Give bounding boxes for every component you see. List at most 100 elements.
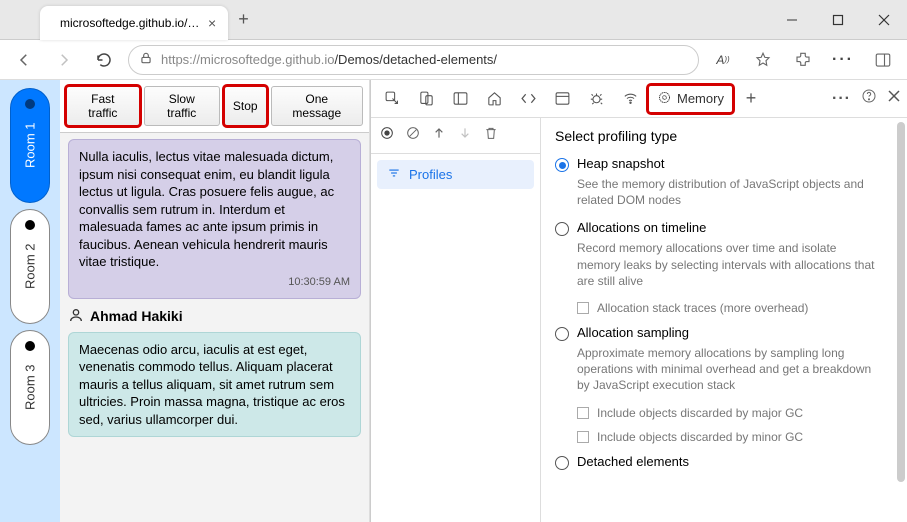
checkbox-label: Include objects discarded by major GC (597, 406, 803, 420)
url-bar[interactable]: https://microsoftedge.github.io/Demos/de… (128, 45, 699, 75)
one-message-button[interactable]: One message (271, 86, 363, 126)
menu-icon[interactable]: ··· (827, 44, 859, 76)
new-tab-button[interactable]: + (238, 9, 249, 30)
message-list: Nulla iaculis, lectus vitae malesuada di… (60, 133, 369, 522)
radio-icon (555, 222, 569, 236)
url-path: /Demos/detached-elements/ (334, 52, 497, 67)
lock-icon (139, 51, 153, 68)
memory-toolbar (371, 118, 540, 154)
gear-icon (657, 90, 672, 108)
bug-icon[interactable] (581, 84, 611, 114)
add-tab-icon[interactable]: + (736, 84, 766, 114)
browser-toolbar: https://microsoftedge.github.io/Demos/de… (0, 40, 907, 80)
favorite-icon[interactable] (747, 44, 779, 76)
url-host: https://microsoftedge.github.io (161, 52, 334, 67)
extensions-icon[interactable] (787, 44, 819, 76)
sources-icon[interactable] (547, 84, 577, 114)
devtools-panel: Memory + ··· Profiles (370, 80, 907, 522)
reading-mode-icon[interactable]: A)) (707, 44, 739, 76)
radio-icon (555, 327, 569, 341)
page-title: Select profiling type (555, 128, 893, 144)
room-button-3[interactable]: Room 3 (10, 330, 50, 445)
rooms-sidebar: Room 1 Room 2 Room 3 (0, 80, 60, 522)
trash-icon[interactable] (483, 125, 499, 146)
home-icon[interactable] (479, 84, 509, 114)
option-desc: Record memory allocations over time and … (577, 240, 877, 289)
network-icon[interactable] (615, 84, 645, 114)
tab-memory[interactable]: Memory (649, 86, 732, 112)
filter-icon (387, 166, 401, 183)
stop-button[interactable]: Stop (224, 86, 267, 126)
room-button-2[interactable]: Room 2 (10, 209, 50, 324)
maximize-button[interactable] (815, 0, 861, 40)
room-button-1[interactable]: Room 1 (10, 88, 50, 203)
radio-icon (555, 158, 569, 172)
radio-label: Allocation sampling (577, 325, 689, 340)
window-controls (769, 0, 907, 40)
radio-label: Detached elements (577, 454, 689, 469)
refresh-button[interactable] (88, 44, 120, 76)
checkbox-stack-traces[interactable]: Allocation stack traces (more overhead) (577, 301, 893, 315)
fast-traffic-button[interactable]: Fast traffic (66, 86, 140, 126)
message-bubble: Nulla iaculis, lectus vitae malesuada di… (68, 139, 361, 299)
radio-icon (555, 456, 569, 470)
message-body: Nulla iaculis, lectus vitae malesuada di… (79, 148, 350, 271)
back-button[interactable] (8, 44, 40, 76)
close-window-button[interactable] (861, 0, 907, 40)
radio-detached-elements[interactable]: Detached elements (555, 454, 893, 470)
profiles-section[interactable]: Profiles (377, 160, 534, 189)
devtools-left-panel: Profiles (371, 118, 541, 522)
profiling-options: Select profiling type Heap snapshot See … (541, 118, 907, 522)
radio-allocation-sampling[interactable]: Allocation sampling (555, 325, 893, 341)
message-body: Maecenas odio arcu, iaculis at est eget,… (79, 341, 350, 429)
slow-traffic-button[interactable]: Slow traffic (144, 86, 220, 126)
device-icon[interactable] (411, 84, 441, 114)
close-icon[interactable]: × (208, 15, 216, 31)
content-area: Room 1 Room 2 Room 3 Fast traffic Slow t… (0, 80, 907, 522)
checkbox-icon (577, 431, 589, 443)
profiles-label: Profiles (409, 167, 452, 182)
devtools-body: Profiles Select profiling type Heap snap… (371, 118, 907, 522)
devtools-tabs: Memory + ··· (371, 80, 907, 118)
author-name: Ahmad Hakiki (90, 308, 183, 324)
radio-label: Heap snapshot (577, 156, 664, 171)
dock-icon[interactable] (445, 84, 475, 114)
room-label: Room 1 (23, 123, 38, 169)
traffic-toolbar: Fast traffic Slow traffic Stop One messa… (60, 80, 369, 133)
radio-allocations-timeline[interactable]: Allocations on timeline (555, 220, 893, 236)
radio-heap-snapshot[interactable]: Heap snapshot (555, 156, 893, 172)
forward-button[interactable] (48, 44, 80, 76)
status-dot-icon (25, 99, 35, 109)
minimize-button[interactable] (769, 0, 815, 40)
checkbox-icon (577, 407, 589, 419)
devtools-dock-icon[interactable] (867, 44, 899, 76)
tab-strip: microsoftedge.github.io/Demos/c × + (0, 0, 249, 40)
elements-icon[interactable] (513, 84, 543, 114)
room-label: Room 2 (23, 244, 38, 290)
inspect-icon[interactable] (377, 84, 407, 114)
message-author: Ahmad Hakiki (68, 307, 361, 326)
room-label: Room 3 (23, 365, 38, 411)
radio-label: Allocations on timeline (577, 220, 706, 235)
message-time: 10:30:59 AM (79, 275, 350, 290)
titlebar: microsoftedge.github.io/Demos/c × + (0, 0, 907, 40)
memory-tab-label: Memory (677, 91, 724, 106)
clear-icon[interactable] (405, 125, 421, 146)
upload-icon[interactable] (431, 125, 447, 146)
demo-app: Room 1 Room 2 Room 3 Fast traffic Slow t… (0, 80, 370, 522)
checkbox-label: Allocation stack traces (more overhead) (597, 301, 808, 315)
tab-title: microsoftedge.github.io/Demos/c (60, 16, 200, 30)
record-icon[interactable] (379, 125, 395, 146)
more-icon[interactable]: ··· (832, 90, 851, 108)
browser-tab[interactable]: microsoftedge.github.io/Demos/c × (40, 6, 228, 40)
scrollbar[interactable] (897, 122, 905, 518)
person-icon (68, 307, 84, 326)
option-desc: See the memory distribution of JavaScrip… (577, 176, 877, 208)
status-dot-icon (25, 341, 35, 351)
option-desc: Approximate memory allocations by sampli… (577, 345, 877, 394)
checkbox-minor-gc[interactable]: Include objects discarded by minor GC (577, 430, 893, 444)
demo-main: Fast traffic Slow traffic Stop One messa… (60, 80, 369, 522)
download-icon[interactable] (457, 125, 473, 146)
checkbox-major-gc[interactable]: Include objects discarded by major GC (577, 406, 893, 420)
help-icon[interactable] (861, 88, 877, 109)
